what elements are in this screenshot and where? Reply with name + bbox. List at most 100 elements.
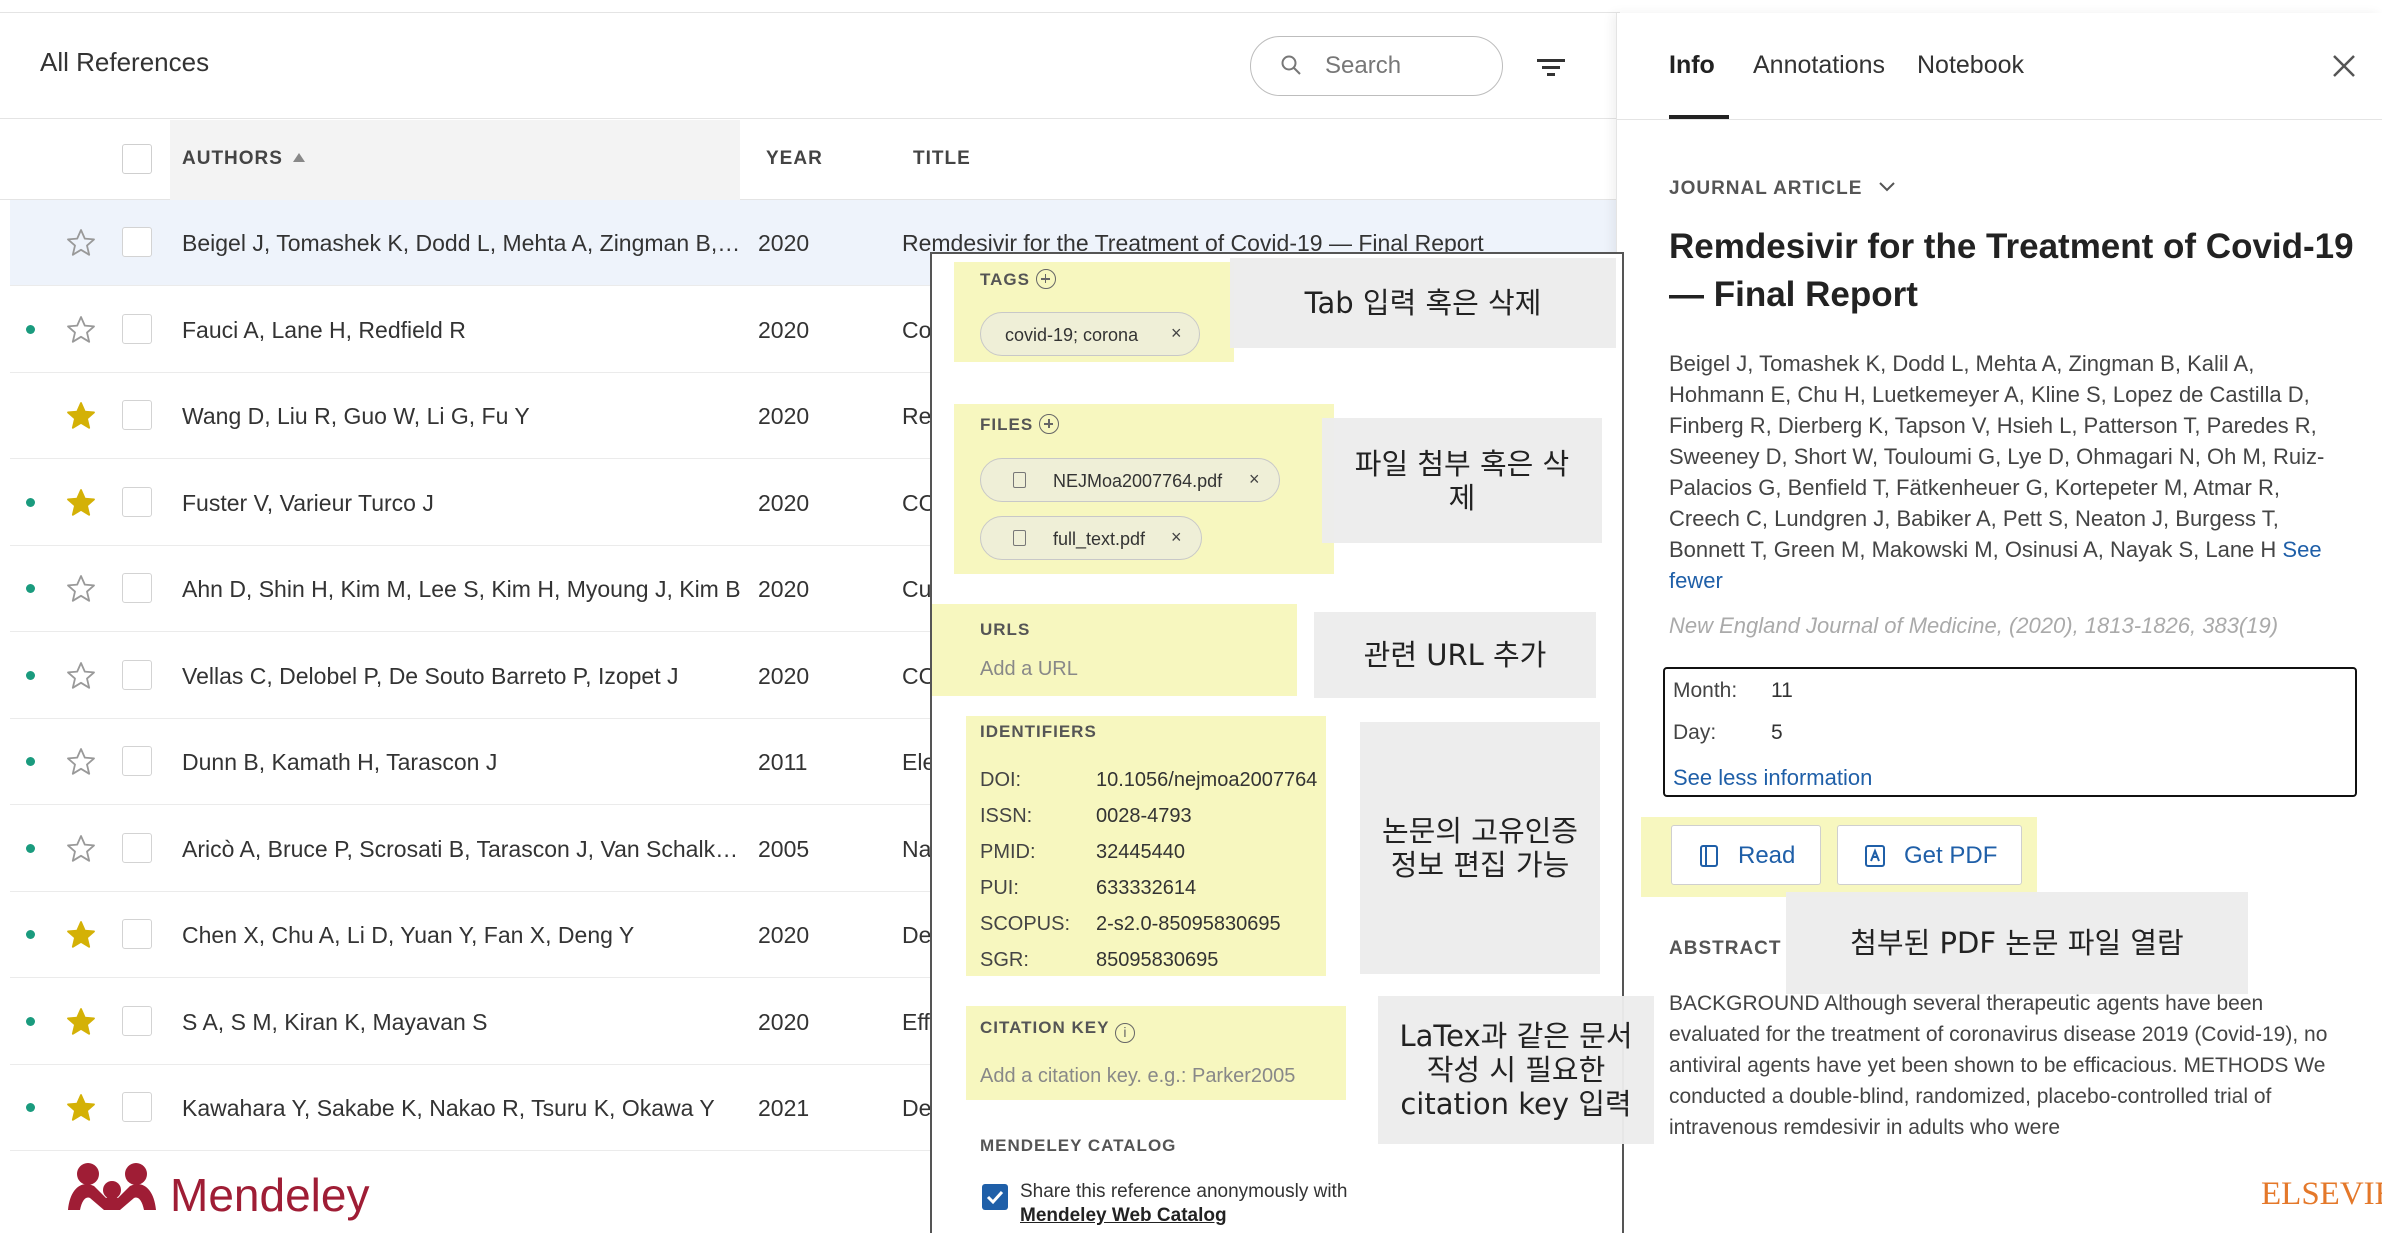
- row-authors: Dunn B, Kamath H, Tarascon J: [182, 749, 498, 775]
- web-catalog-link[interactable]: Mendeley Web Catalog: [1020, 1205, 1227, 1226]
- callout-urls: 관련 URL 추가: [1314, 612, 1596, 698]
- row-year: 2020: [758, 316, 810, 343]
- pdf-icon: [1865, 845, 1885, 867]
- citation-key-input[interactable]: Add a citation key. e.g.: Parker2005: [980, 1065, 1295, 1088]
- extra-info-box: Month: 11 Day: 5 See less information: [1663, 667, 2357, 797]
- star-icon[interactable]: [66, 834, 96, 864]
- add-tag-icon[interactable]: [1035, 269, 1056, 289]
- remove-file-icon[interactable]: ×: [1249, 469, 1260, 490]
- column-title[interactable]: TITLE: [913, 148, 971, 170]
- identifier-label: ISSN:: [980, 805, 1033, 827]
- share-checkbox[interactable]: [982, 1184, 1008, 1210]
- info-icon[interactable]: i: [1115, 1023, 1136, 1043]
- row-year: 2020: [758, 576, 810, 602]
- row-year: 2011: [758, 749, 808, 775]
- callout-identifiers: 논문의 고유인증정보 편집 가능: [1360, 722, 1600, 974]
- file-name: full_text.pdf: [1053, 529, 1146, 549]
- read-label: Read: [1738, 842, 1796, 869]
- row-checkbox[interactable]: [122, 746, 152, 776]
- close-icon[interactable]: [2329, 51, 2359, 81]
- row-checkbox[interactable]: [122, 832, 152, 863]
- see-less-information-link[interactable]: See less information: [1673, 765, 1872, 791]
- filter-icon[interactable]: [1535, 53, 1567, 83]
- star-icon[interactable]: [66, 228, 96, 258]
- file-chip[interactable]: NEJMoa2007764.pdf ×: [980, 458, 1280, 502]
- tab-notebook[interactable]: Notebook: [1917, 51, 2024, 80]
- tab-info[interactable]: Info: [1669, 51, 1715, 80]
- row-checkbox[interactable]: [122, 400, 152, 430]
- row-year: 2020: [758, 662, 810, 689]
- column-authors[interactable]: AUTHORS: [182, 148, 305, 170]
- identifier-value[interactable]: 2-s2.0-85095830695: [1096, 913, 1281, 936]
- month-value[interactable]: 11: [1771, 679, 1793, 703]
- identifier-value[interactable]: 32445440: [1096, 841, 1185, 864]
- star-icon[interactable]: [66, 574, 96, 604]
- urls-heading: URLS: [980, 620, 1031, 639]
- identifier-value[interactable]: 0028-4793: [1096, 805, 1192, 828]
- unread-dot: [26, 497, 35, 507]
- search-box[interactable]: [1250, 36, 1503, 96]
- file-icon: [1013, 530, 1026, 546]
- column-year[interactable]: YEAR: [766, 148, 823, 170]
- checkmark-icon: [986, 1190, 1004, 1205]
- tab-annotations[interactable]: Annotations: [1753, 51, 1885, 80]
- star-icon[interactable]: [66, 920, 96, 950]
- identifier-value[interactable]: 85095830695: [1096, 949, 1218, 972]
- abstract-text: BACKGROUND Although several therapeutic …: [1669, 992, 2328, 1139]
- remove-tag-icon[interactable]: ×: [1171, 323, 1182, 344]
- row-checkbox[interactable]: [122, 1092, 152, 1122]
- highlight-urls: [932, 604, 1297, 696]
- citation-key-heading: CITATION KEY i: [980, 1018, 1136, 1043]
- row-year: 2020: [758, 922, 810, 948]
- row-authors: S A, S M, Kiran K, Mayavan S: [182, 1008, 488, 1035]
- document-title[interactable]: Remdesivir for the Treatment of Covid-19…: [1669, 223, 2359, 319]
- row-year: 2020: [758, 1008, 810, 1035]
- star-icon[interactable]: [66, 747, 96, 777]
- unread-dot: [26, 1016, 35, 1026]
- file-chip[interactable]: full_text.pdf ×: [980, 516, 1202, 560]
- sort-ascending-icon: [292, 153, 305, 162]
- row-year: 2020: [758, 489, 810, 516]
- row-checkbox[interactable]: [122, 659, 152, 690]
- document-type-dropdown[interactable]: JOURNAL ARTICLE: [1669, 178, 1897, 200]
- search-input[interactable]: [1323, 47, 1483, 85]
- add-file-icon[interactable]: [1039, 414, 1060, 434]
- select-all-checkbox[interactable]: [122, 144, 152, 174]
- abstract-heading: ABSTRACT: [1669, 938, 1782, 959]
- row-checkbox[interactable]: [122, 313, 152, 344]
- identifier-label: SCOPUS:: [980, 913, 1071, 935]
- get-pdf-button[interactable]: Get PDF: [1837, 825, 2022, 885]
- row-checkbox[interactable]: [122, 573, 152, 603]
- row-year: 2021: [758, 1095, 810, 1121]
- mendeley-wordmark: Mendeley: [170, 1169, 370, 1221]
- row-checkbox[interactable]: [122, 919, 152, 949]
- row-checkbox[interactable]: [122, 1005, 152, 1036]
- document-journal[interactable]: New England Journal of Medicine, (2020),…: [1669, 613, 2359, 639]
- row-authors: Kawahara Y, Sakabe K, Nakao R, Tsuru K, …: [182, 1095, 715, 1121]
- unread-dot: [26, 670, 35, 680]
- tag-chip[interactable]: covid-19; corona ×: [980, 312, 1200, 356]
- star-icon[interactable]: [66, 661, 96, 691]
- identifier-label: PMID:: [980, 841, 1036, 863]
- row-authors: Fauci A, Lane H, Redfield R: [182, 316, 466, 343]
- star-icon[interactable]: [66, 1093, 96, 1123]
- star-icon[interactable]: [66, 401, 96, 431]
- row-checkbox[interactable]: [122, 486, 152, 517]
- remove-file-icon[interactable]: ×: [1171, 527, 1182, 548]
- row-checkbox[interactable]: [122, 227, 152, 257]
- document-authors[interactable]: Beigel J, Tomashek K, Dodd L, Mehta A, Z…: [1669, 348, 2349, 596]
- file-name: NEJMoa2007764.pdf: [1053, 471, 1223, 491]
- day-value[interactable]: 5: [1771, 721, 1783, 745]
- star-icon[interactable]: [66, 1007, 96, 1037]
- identifiers-heading: IDENTIFIERS: [980, 722, 1097, 741]
- row-authors: Aricò A, Bruce P, Scrosati B, Tarascon J…: [182, 835, 742, 862]
- star-icon[interactable]: [66, 488, 96, 518]
- publisher-logo: ELSEVIER: [2261, 1176, 2382, 1212]
- star-icon[interactable]: [66, 315, 96, 345]
- read-button[interactable]: Read: [1671, 825, 1821, 885]
- identifier-value[interactable]: 633332614: [1096, 877, 1196, 900]
- identifier-value[interactable]: 10.1056/nejmoa2007764: [1096, 769, 1317, 792]
- url-input[interactable]: Add a URL: [980, 658, 1078, 681]
- info-panel: Info Annotations Notebook JOURNAL ARTICL…: [1616, 13, 2382, 1233]
- share-text-label: Share this reference anonymously with: [1020, 1181, 1348, 1202]
